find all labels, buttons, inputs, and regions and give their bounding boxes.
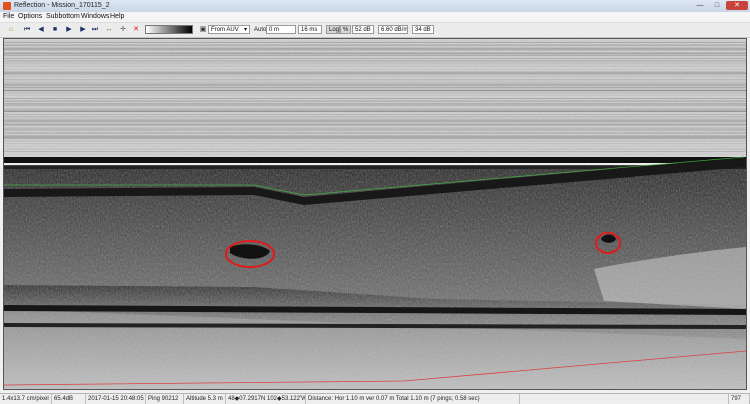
close-button[interactable]: ✕ [726, 1, 748, 10]
range-field[interactable]: 16 ms [298, 25, 322, 34]
display-mode-value: From AUV [211, 27, 239, 33]
menu-subbottom[interactable]: Subbottom [46, 12, 80, 22]
gray-scale-palette[interactable] [145, 25, 193, 34]
maximize-button[interactable]: □ [709, 1, 725, 10]
sonar-profile-view[interactable] [3, 38, 747, 390]
crosshair-icon[interactable]: ✛ [118, 25, 128, 35]
display-mode-icon: ▣ [199, 26, 207, 33]
toolbar: ⌂ ⏮ ◀ ■ ▶ ▶ ⏭ ↔ ✛ ✕ ▣ From AUV ▾ Auto 0 … [0, 22, 750, 38]
menu-bar: File Options Subbottom Windows Help [0, 12, 750, 22]
play-icon[interactable]: ▶ [64, 25, 74, 35]
menu-windows[interactable]: Windows [81, 12, 109, 22]
window-title: Reflection - Mission_170115_2 [14, 2, 110, 9]
tvg-field[interactable]: 6.60 dB/ms [378, 25, 408, 34]
step-back-icon[interactable]: ◀ [36, 25, 46, 35]
gain-field[interactable]: 52 dB [352, 25, 374, 34]
status-bar: 1.4x13.7 cm/pixel 65.4dB 2017-01-15 20:4… [0, 393, 750, 404]
delete-icon[interactable]: ✕ [131, 25, 141, 35]
log-percent-toggle[interactable]: % [340, 25, 351, 34]
skip-forward-icon[interactable]: ⏭ [90, 25, 100, 35]
app-icon [3, 2, 11, 10]
display-mode-select[interactable]: From AUV ▾ [208, 25, 250, 34]
menu-file[interactable]: File [3, 12, 14, 22]
minimize-button[interactable]: — [692, 1, 708, 10]
menu-help[interactable]: Help [110, 12, 124, 22]
sonar-image [4, 39, 746, 389]
chevron-down-icon: ▾ [243, 27, 247, 33]
step-forward-icon[interactable]: ▶ [78, 25, 88, 35]
folder-open-icon[interactable]: ⌂ [6, 25, 16, 35]
auto-label: Auto [254, 27, 267, 33]
stop-icon[interactable]: ■ [50, 25, 60, 35]
auto-value-field[interactable]: 0 m [266, 25, 296, 34]
skip-back-icon[interactable]: ⏮ [22, 25, 32, 35]
end-gain-field[interactable]: 34 dB [412, 25, 434, 34]
menu-options[interactable]: Options [18, 12, 42, 22]
ruler-icon[interactable]: ↔ [104, 25, 114, 35]
log-toggle[interactable]: Log [326, 25, 340, 34]
